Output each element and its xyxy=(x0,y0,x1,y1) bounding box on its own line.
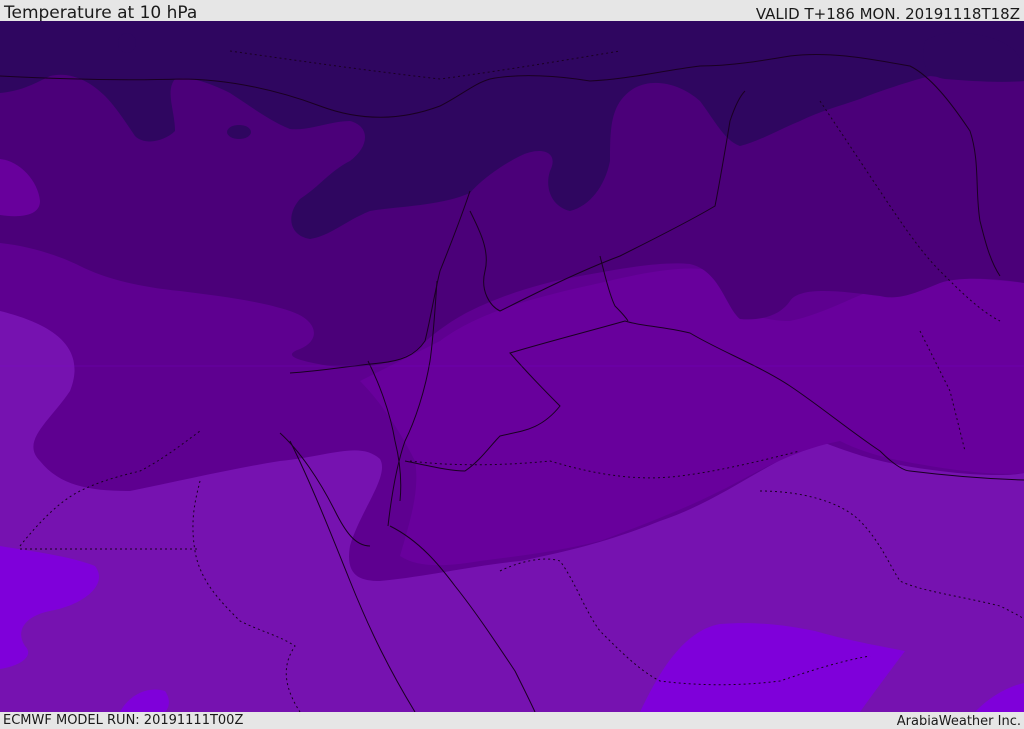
model-run-label: ECMWF MODEL RUN: 20191111T00Z xyxy=(3,713,244,728)
map-title: Temperature at 10 hPa xyxy=(4,3,198,23)
temperature-spot-darkest-central xyxy=(227,125,251,139)
temperature-spot-darkest-west xyxy=(118,33,136,53)
valid-time: VALID T+186 MON. 20191118T18Z xyxy=(755,5,1020,23)
temperature-map[interactable] xyxy=(0,21,1024,712)
map-footer: ECMWF MODEL RUN: 20191111T00Z ArabiaWeat… xyxy=(0,712,1024,729)
credit-label: ArabiaWeather Inc. xyxy=(896,714,1021,729)
map-canvas xyxy=(0,21,1024,712)
map-header: Temperature at 10 hPa VALID T+186 MON. 2… xyxy=(0,0,1024,23)
